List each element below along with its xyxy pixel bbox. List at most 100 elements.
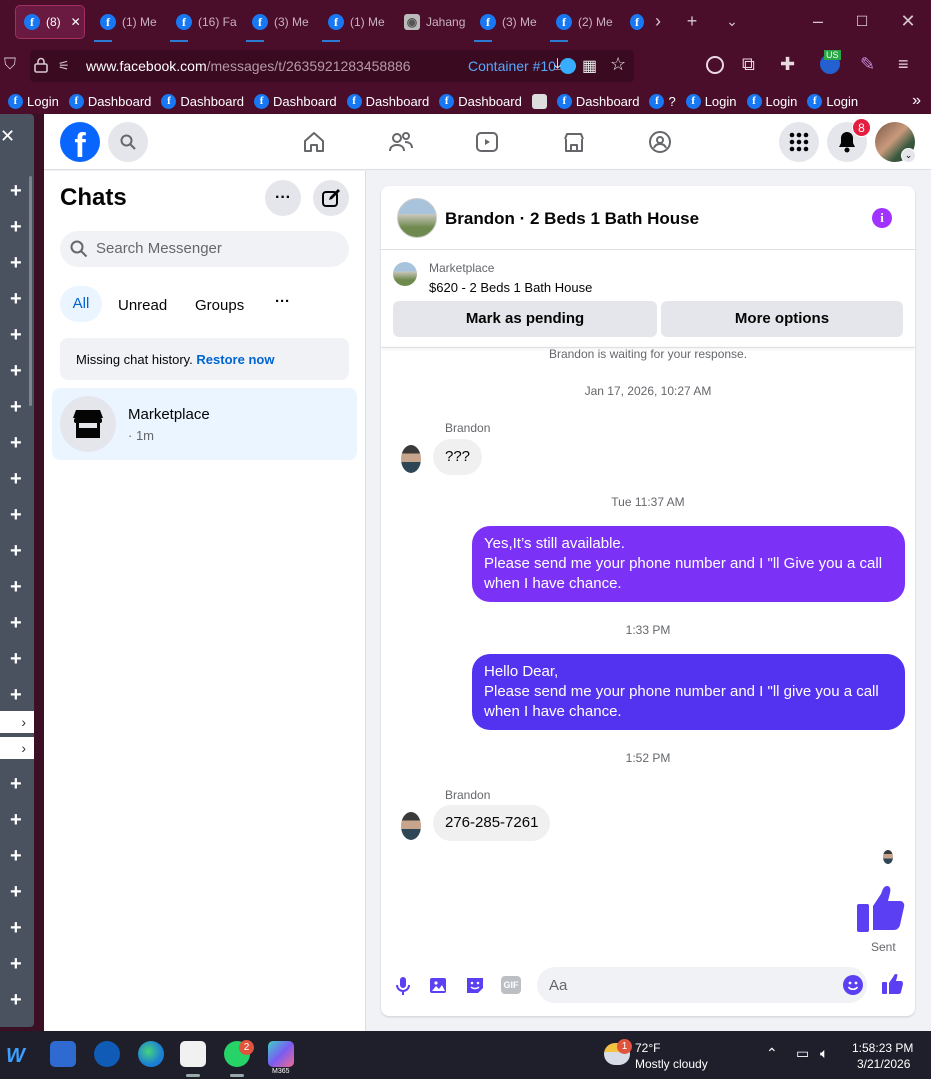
- sticker-icon[interactable]: [465, 975, 485, 995]
- brandon-avatar[interactable]: [401, 445, 421, 473]
- gif-icon[interactable]: GIF: [501, 976, 521, 994]
- address-bar[interactable]: ⚟ www.facebook.com/messages/t/2635921283…: [30, 50, 634, 82]
- add-icon[interactable]: +: [10, 649, 22, 669]
- add-icon[interactable]: +: [10, 433, 22, 453]
- bookmark-generic[interactable]: [531, 93, 547, 109]
- permissions-icon[interactable]: ⚟: [58, 58, 70, 74]
- like-sticker-icon[interactable]: [855, 884, 907, 934]
- tab-5[interactable]: f (1) Me: [320, 6, 390, 38]
- new-message-button[interactable]: [313, 180, 349, 216]
- outlook-icon[interactable]: [94, 1041, 120, 1067]
- scroll-tabs-right-icon[interactable]: ›: [646, 10, 670, 32]
- thumbs-up-send-icon[interactable]: [881, 973, 903, 995]
- add-icon[interactable]: +: [10, 810, 22, 830]
- add-icon[interactable]: +: [10, 397, 22, 417]
- list-tabs-chevron-down-icon[interactable]: ⌄: [720, 10, 744, 32]
- snipping-tool-icon[interactable]: [180, 1041, 206, 1067]
- tab-2[interactable]: f (1) Me: [92, 6, 162, 38]
- filter-groups[interactable]: Groups: [195, 297, 244, 314]
- filter-more-icon[interactable]: ···: [275, 293, 290, 310]
- add-icon[interactable]: +: [10, 990, 22, 1010]
- attach-photo-icon[interactable]: [429, 975, 449, 995]
- extensions-puzzle-icon[interactable]: ⧉: [742, 54, 755, 75]
- facebook-logo-icon[interactable]: f: [60, 122, 100, 162]
- add-icon[interactable]: +: [10, 882, 22, 902]
- clock-date[interactable]: 3/21/2026: [857, 1057, 910, 1071]
- bookmark-dashboard[interactable]: f Dashboard: [346, 93, 429, 109]
- add-icon[interactable]: +: [10, 325, 22, 345]
- message-composer-input[interactable]: Aa: [537, 967, 867, 1003]
- window-close-icon[interactable]: ✕: [896, 10, 920, 32]
- chat-list-item-marketplace[interactable]: Marketplace · 1m: [52, 388, 357, 460]
- more-bookmarks-chevron-icon[interactable]: »: [912, 92, 921, 110]
- listing-title[interactable]: $620 - 2 Beds 1 Bath House: [429, 280, 592, 295]
- incoming-message[interactable]: 276-285-7261: [433, 805, 551, 841]
- tab-6[interactable]: ◉ Jahang: [396, 6, 466, 38]
- feather-icon[interactable]: ✎: [860, 54, 875, 75]
- restore-now-link[interactable]: Restore now: [196, 352, 274, 367]
- bookmark-login[interactable]: f Login: [807, 93, 858, 109]
- edge-icon[interactable]: [138, 1041, 164, 1067]
- marketplace-nav-icon[interactable]: [562, 130, 586, 154]
- menu-icon[interactable]: ≡: [898, 54, 909, 75]
- url-text[interactable]: www.facebook.com/messages/t/263592128345…: [86, 58, 411, 74]
- home-nav-icon[interactable]: [302, 130, 326, 154]
- outgoing-message[interactable]: Hello Dear, Please send me your phone nu…: [472, 654, 905, 730]
- bookmark-dashboard[interactable]: f Dashboard: [556, 93, 639, 109]
- brandon-avatar[interactable]: [401, 812, 421, 840]
- minimize-icon[interactable]: –: [806, 10, 830, 32]
- add-icon[interactable]: +: [10, 289, 22, 309]
- add-icon[interactable]: +: [10, 181, 22, 201]
- add-icon[interactable]: +: [10, 361, 22, 381]
- add-icon[interactable]: +: [10, 774, 22, 794]
- search-button[interactable]: [108, 122, 148, 162]
- grid-plus-icon[interactable]: ✚: [780, 54, 795, 75]
- incoming-message[interactable]: ???: [433, 439, 483, 475]
- shield-icon[interactable]: ⛉: [4, 56, 16, 74]
- chats-options-button[interactable]: ···: [265, 180, 301, 216]
- groups-nav-icon[interactable]: [648, 130, 672, 154]
- add-icon[interactable]: +: [10, 613, 22, 633]
- show-hidden-icons-chevron-up-icon[interactable]: ⌃: [766, 1045, 778, 1062]
- sidebar-expand-item[interactable]: ›: [0, 737, 34, 759]
- notepad-icon[interactable]: [50, 1041, 76, 1067]
- bookmark-question[interactable]: f?: [649, 93, 676, 109]
- add-icon[interactable]: +: [10, 217, 22, 237]
- clock-time[interactable]: 1:58:23 PM: [852, 1041, 913, 1055]
- conversation-title[interactable]: Brandon · 2 Beds 1 Bath House: [445, 209, 699, 229]
- bookmark-login[interactable]: f Login: [8, 93, 59, 109]
- tab-9[interactable]: f: [622, 6, 644, 38]
- m365-copilot-icon[interactable]: [268, 1041, 294, 1067]
- add-icon[interactable]: +: [10, 505, 22, 525]
- friends-nav-icon[interactable]: [388, 130, 414, 154]
- filter-unread[interactable]: Unread: [118, 297, 167, 314]
- filter-all[interactable]: All: [60, 286, 102, 322]
- tab-3[interactable]: f (16) Fa: [168, 6, 238, 38]
- add-icon[interactable]: +: [10, 541, 22, 561]
- tab-4[interactable]: f (3) Me: [244, 6, 314, 38]
- download-icon[interactable]: ⤓: [554, 56, 561, 74]
- qr-code-icon[interactable]: ▦: [582, 56, 597, 76]
- account-chevron-down-icon[interactable]: ⌄: [901, 148, 916, 163]
- bookmark-login[interactable]: f Login: [746, 93, 797, 109]
- temperature[interactable]: 72°F: [635, 1041, 660, 1055]
- maximize-icon[interactable]: ☐: [850, 10, 874, 32]
- emoji-icon[interactable]: [843, 975, 863, 995]
- bookmark-dashboard[interactable]: f Dashboard: [439, 93, 522, 109]
- sidebar-expand-item[interactable]: ›: [0, 711, 34, 733]
- new-tab-icon[interactable]: +: [680, 10, 704, 32]
- close-tab-icon[interactable]: ✕: [71, 15, 81, 29]
- bookmark-dashboard[interactable]: f Dashboard: [254, 93, 337, 109]
- add-icon[interactable]: +: [10, 253, 22, 273]
- listing-thumbnail-avatar[interactable]: [397, 198, 437, 238]
- account-icon[interactable]: [706, 56, 724, 74]
- add-icon[interactable]: +: [10, 469, 22, 489]
- add-icon[interactable]: +: [10, 846, 22, 866]
- volume-icon[interactable]: 🔈︎: [820, 1045, 828, 1062]
- bookmark-star-icon[interactable]: ☆: [610, 54, 626, 75]
- bookmark-dashboard[interactable]: f Dashboard: [68, 93, 151, 109]
- bookmark-dashboard[interactable]: f Dashboard: [161, 93, 244, 109]
- scrollbar[interactable]: [29, 176, 32, 406]
- microphone-icon[interactable]: [395, 976, 411, 996]
- video-nav-icon[interactable]: [475, 130, 499, 154]
